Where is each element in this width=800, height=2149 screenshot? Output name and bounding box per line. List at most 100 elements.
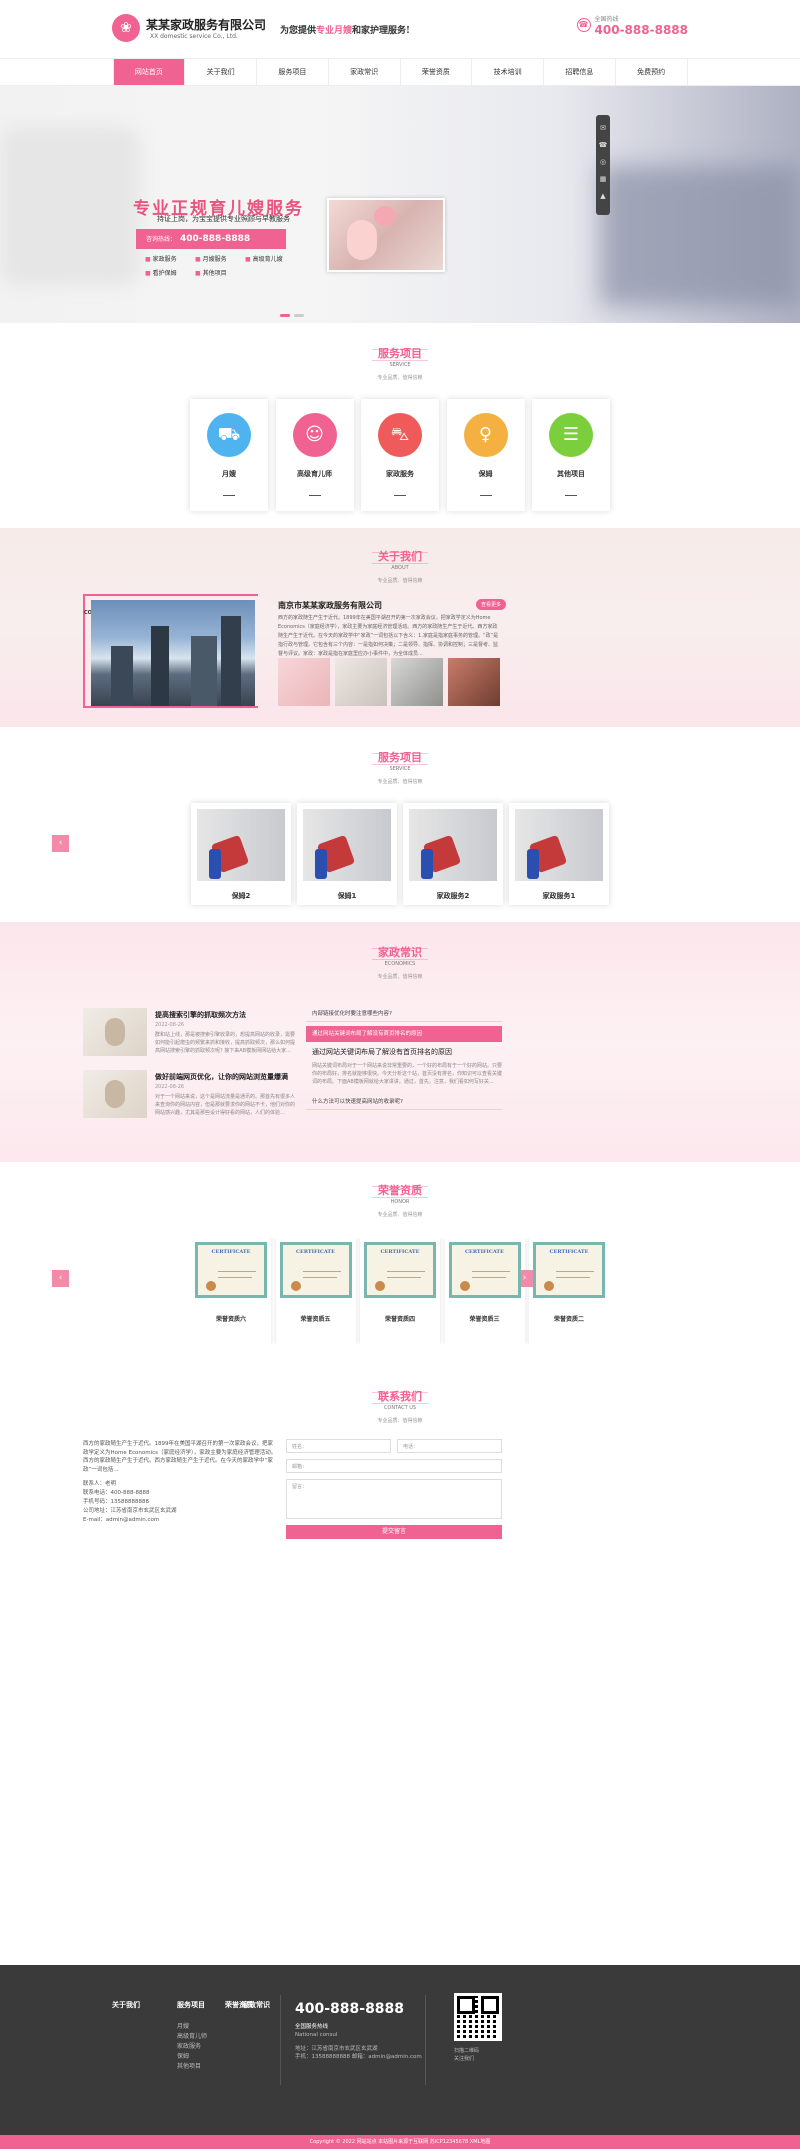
certificate-card[interactable]: CERTIFICATE 荣誉资质六: [191, 1238, 271, 1344]
header: ❀ 某某家政服务有限公司 XX domestic service Co., Lt…: [0, 0, 800, 58]
qr-code-icon: [454, 1993, 502, 2041]
wechat-icon[interactable]: ◎: [596, 158, 610, 166]
mother-baby-photo: [327, 198, 445, 272]
phone-icon[interactable]: ☎: [596, 141, 610, 149]
news-item[interactable]: 做好前端网页优化，让你的网站浏览量爆满 2022-08-26 对于一个网站来说，…: [83, 1070, 295, 1122]
carousel-dot[interactable]: [294, 314, 304, 317]
main-nav: 网站首页 关于我们 服务项目 家政常识 荣誉资质 技术培训 招聘信息 免费预约: [0, 58, 800, 86]
footer-phone-en: National consul: [295, 2032, 338, 2038]
certificate-card[interactable]: CERTIFICATE 荣誉资质二: [529, 1238, 609, 1344]
service-card[interactable]: ☰ 其他项目: [532, 399, 610, 511]
header-hotline: ☎ 全国热线 400-888-8888: [576, 14, 688, 37]
clipboard-icon: ☰: [549, 413, 593, 457]
faq-question[interactable]: 什么方法可以快速提高网站的收录呢?: [306, 1094, 502, 1110]
service-item-card[interactable]: 保姆2: [191, 803, 291, 905]
services-section: 服务项目 SERVICE 专业品质、值得信赖 ⛟ 月嫂 ☺ 高级育儿师 ⛍ 家政服务 …: [0, 323, 800, 528]
banner-tag: 看护保姆: [145, 268, 195, 277]
nav-item-about[interactable]: 关于我们: [184, 59, 256, 85]
news-thumbnail: [83, 1070, 147, 1118]
certificate-card[interactable]: CERTIFICATE 荣誉资质五: [275, 1238, 356, 1344]
service-card[interactable]: ☺ 高级育儿师: [275, 399, 354, 511]
carousel-dot[interactable]: [280, 314, 290, 317]
name-field[interactable]: 姓名：: [286, 1439, 391, 1453]
divider: [479, 495, 492, 496]
news-title[interactable]: 提高搜索引擎的抓取频次方法: [155, 1010, 246, 1020]
service-card[interactable]: ⛟ 月嫂: [190, 399, 268, 511]
seal-icon: [459, 1281, 470, 1291]
prev-arrow-button[interactable]: ‹: [52, 1270, 69, 1287]
section-en: SERVICE: [389, 362, 411, 368]
footer-link[interactable]: 高级育儿师: [177, 2032, 207, 2042]
banner-tag: 其他项目: [195, 268, 245, 277]
footer-link[interactable]: 月嫂: [177, 2022, 207, 2032]
service-item-name: 家政服务2: [436, 892, 470, 900]
nav-item-booking[interactable]: 免费预约: [614, 59, 688, 85]
footer-col-title[interactable]: 服务项目: [177, 2000, 207, 2010]
footer-phone: 400-888-8888: [295, 2001, 405, 2017]
nav-item-knowledge[interactable]: 家政常识: [327, 59, 400, 85]
about-more-button[interactable]: 查看更多: [476, 599, 507, 610]
faq-answer-title: 通过网站关键词布局了解没有首页排名的原因: [312, 1048, 452, 1056]
contact-intro: 西方的家政随生产生于近代。1899年在美国平湖召开的第一次家政会议，把家政学定义…: [83, 1441, 277, 1473]
news-thumbnail: [83, 1008, 147, 1056]
section-desc: 专业品质、值得信赖: [377, 974, 423, 980]
footer-link[interactable]: 其他项目: [177, 2062, 207, 2072]
hotline-label: 全国热线: [594, 16, 619, 23]
submit-button[interactable]: 提交留言: [286, 1525, 502, 1539]
banner-phone-label: 咨询热线：: [146, 236, 177, 243]
hero-banner[interactable]: 专业正规育儿嫂服务 持证上岗，为宝宝提供专业照顾与早教服务 咨询热线： 400-8…: [0, 86, 800, 323]
banner-phone: 咨询热线： 400-888-8888: [136, 229, 286, 249]
section-en: CONTACT US: [383, 1405, 417, 1411]
heading-decor: [372, 753, 428, 765]
service-card[interactable]: ⛍ 家政服务: [361, 399, 439, 511]
service-item-card[interactable]: 家政服务2: [403, 803, 503, 905]
news-date: 2022-08-26: [155, 1084, 185, 1090]
news-date: 2022-08-26: [155, 1022, 185, 1028]
news-title[interactable]: 做好前端网页优化，让你的网站浏览量爆满: [155, 1072, 288, 1082]
divider: [223, 495, 235, 496]
email-field[interactable]: 邮箱：: [286, 1459, 502, 1473]
faq-question-active[interactable]: 通过网站关键词布局了解没有首页排名的原因: [306, 1026, 502, 1042]
certificate-card[interactable]: CERTIFICATE 荣誉资质四: [360, 1238, 440, 1344]
nav-item-training[interactable]: 技术培训: [471, 59, 543, 85]
footer-link[interactable]: 家政服务: [177, 2042, 207, 2052]
nav-item-home[interactable]: 网站首页: [112, 59, 185, 85]
nav-item-jobs[interactable]: 招聘信息: [543, 59, 615, 85]
faq-question[interactable]: 内部链接优化时要注意哪些内容?: [306, 1006, 502, 1022]
footer-divider: [425, 1995, 426, 2085]
news-item[interactable]: 提高搜索引擎的抓取频次方法 2022-08-26 群和站上线，那是被搜索引擎收录…: [83, 1008, 295, 1060]
service-item-card[interactable]: 家政服务1: [509, 803, 609, 905]
qr-icon[interactable]: ▦: [596, 175, 610, 183]
service-name: 家政服务: [386, 470, 414, 478]
certificate-card[interactable]: CERTIFICATE 荣誉资质三: [444, 1238, 525, 1344]
footer-link[interactable]: 保姆: [177, 2052, 207, 2062]
woman-icon: ♀: [463, 413, 508, 457]
section-desc: 专业品质、值得信赖: [377, 1418, 423, 1424]
footer-col: 服务项目 月嫂 高级育儿师 家政服务 保姆 其他项目: [177, 2000, 207, 2072]
message-textarea[interactable]: 留言：: [286, 1479, 502, 1519]
contact-phone: 联系电话：400-888-8888: [83, 1490, 150, 1496]
flower-logo-icon[interactable]: ❀: [112, 14, 140, 42]
back-top-icon[interactable]: ▲: [596, 192, 610, 200]
stroller-icon: ⛟: [207, 413, 251, 457]
service-card[interactable]: ♀ 保姆: [446, 399, 525, 511]
chat-icon[interactable]: ✉: [596, 124, 610, 132]
phone-field[interactable]: 电话：: [397, 1439, 502, 1453]
divider: [394, 495, 406, 496]
prev-arrow-button[interactable]: ‹: [52, 835, 69, 852]
certificate-name: 荣誉资质六: [215, 1316, 246, 1323]
footer-col-title[interactable]: 荣誉资质: [225, 2000, 253, 2010]
service-item-card[interactable]: 保姆1: [297, 803, 397, 905]
site-title[interactable]: 某某家政服务有限公司: [146, 16, 266, 33]
cleaning-photo: [197, 809, 285, 881]
nav-item-services[interactable]: 服务项目: [256, 59, 328, 85]
nav-item-honor[interactable]: 荣誉资质: [399, 59, 472, 85]
carousel-dots: [280, 314, 304, 317]
footer-col-title[interactable]: 关于我们: [112, 2000, 140, 2010]
footer-info: 全国服务热线 National consul 地址：江苏省南京市玄武区玄武湖 手…: [295, 2023, 422, 2061]
certificate-name: 荣誉资质二: [553, 1316, 584, 1323]
baby-bw-photo: [391, 658, 444, 706]
about-text: 西方的家政随生产生于近代。1899年在美国平湖召开的第一次家政会议，把家政学定义…: [278, 615, 499, 657]
service-name: 月嫂: [222, 470, 236, 478]
banner-phone-number: 400-888-8888: [180, 234, 251, 244]
